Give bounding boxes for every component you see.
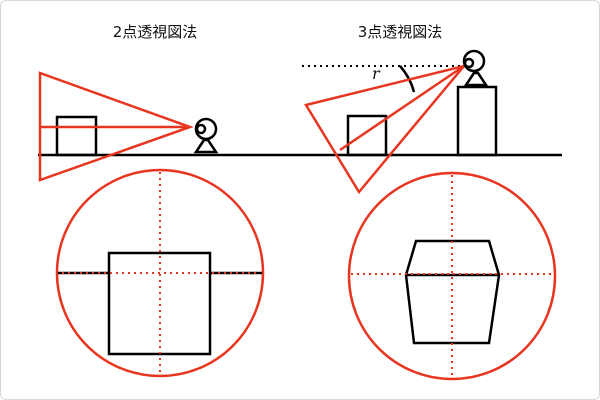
three-point-sight-line	[339, 64, 465, 152]
camera-pedestal	[456, 85, 498, 157]
camera-stand-icon	[463, 71, 489, 87]
two-point-scene	[38, 71, 219, 182]
camera-stand-icon	[193, 138, 219, 154]
two-point-box	[55, 115, 98, 157]
two-point-perspective-title: 2点透視図法	[113, 23, 198, 41]
three-point-view-circle	[347, 171, 557, 381]
tilt-angle-label: r	[372, 64, 381, 83]
perspective-diagram-svg: 2点透視図法 3点透視図法 r	[38, 23, 562, 381]
two-point-view-circle	[55, 168, 265, 378]
perspective-diagram-canvas: 2点透視図法 3点透視図法 r	[0, 0, 600, 400]
two-point-camera-icon	[193, 117, 219, 154]
three-point-scene: r	[302, 49, 498, 195]
three-point-camera-icon	[462, 49, 489, 87]
three-point-box-distorted-view	[404, 239, 501, 345]
three-point-perspective-title: 3点透視図法	[358, 23, 443, 41]
